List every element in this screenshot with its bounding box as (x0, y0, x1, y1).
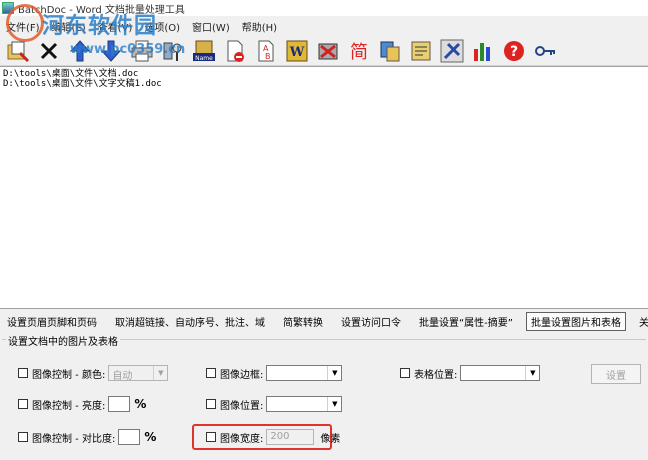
image-color-select[interactable]: 自动 ▼ (108, 365, 169, 382)
image-color-checkbox[interactable] (18, 368, 28, 378)
key-icon (534, 45, 555, 56)
tab-images-tables[interactable]: 批量设置图片和表格 (525, 311, 626, 331)
settings-icon (440, 39, 463, 62)
tab-strip: 设置页眉页脚和页码 取消超链接、自动序号、批注、域 简繁转换 设置访问口令 批量… (0, 311, 648, 331)
tab-simplified-traditional[interactable]: 简繁转换 (278, 312, 328, 331)
table-position-option: 表格位置: ▼ (400, 365, 541, 381)
delete-x-icon (40, 42, 57, 59)
tab-access-password[interactable]: 设置访问口令 (336, 312, 406, 331)
image-width-label: 图像宽度: (220, 433, 264, 445)
image-contrast-label: 图像控制 - 对比度: (32, 433, 116, 445)
image-width-unit: 像素 (320, 433, 341, 445)
chart-button[interactable] (469, 37, 496, 64)
word-icon: W (286, 40, 307, 61)
menu-window[interactable]: 窗口(W) (186, 19, 236, 34)
register-button[interactable] (531, 37, 558, 64)
image-contrast-input[interactable] (118, 429, 141, 445)
image-position-label: 图像位置: (220, 400, 264, 412)
table-position-select[interactable]: ▼ (460, 365, 541, 381)
help-icon: ? (503, 40, 524, 61)
svg-text:W: W (288, 45, 304, 60)
file-list-item[interactable]: D:\tools\桌面\文件\文字文稿1.doc (3, 79, 645, 89)
file-list-item[interactable]: D:\tools\桌面\文件\文档.doc (3, 69, 645, 79)
menu-help[interactable]: 帮助(H) (236, 19, 283, 34)
image-contrast-option: 图像控制 - 对比度: % (18, 429, 156, 445)
tab-properties-summary[interactable]: 批量设置“属性-摘要” (414, 312, 518, 331)
image-border-checkbox[interactable] (206, 368, 216, 378)
rename-button[interactable]: Name (190, 37, 217, 64)
format-icon (318, 43, 337, 59)
image-brightness-label: 图像控制 - 亮度: (32, 400, 106, 412)
format-button[interactable] (314, 37, 341, 64)
image-width-input[interactable]: 200 (266, 429, 315, 445)
image-border-option: 图像边框: ▼ (206, 365, 343, 381)
image-color-value: 自动 (112, 371, 133, 382)
help-button[interactable]: ? (500, 37, 527, 64)
tab-cancel-hyperlinks[interactable]: 取消超链接、自动序号、批注、域 (110, 312, 270, 331)
image-contrast-checkbox[interactable] (18, 432, 28, 442)
chevron-down-icon: ▼ (525, 366, 539, 380)
settings-button[interactable] (438, 37, 465, 64)
svg-text:Name: Name (195, 55, 213, 62)
simplified-chinese-icon: 简 (350, 42, 368, 63)
watermark-circle (6, 4, 44, 42)
convert-icon (380, 41, 399, 61)
image-position-select[interactable]: ▼ (266, 396, 343, 412)
image-width-checkbox[interactable] (206, 432, 216, 442)
replace-ab-icon: AB (258, 40, 273, 61)
chart-icon (473, 42, 490, 61)
image-color-option: 图像控制 - 颜色: 自动 ▼ (18, 365, 169, 382)
contrast-percent: % (144, 430, 157, 444)
convert-button[interactable] (376, 37, 403, 64)
document-delete-icon (227, 40, 244, 62)
images-tables-group: 设置文档中的图片及表格 图像控制 - 颜色: 自动 ▼ 图像边框: ▼ 表格位置… (2, 333, 646, 460)
delete-doc-button[interactable] (221, 37, 248, 64)
image-brightness-checkbox[interactable] (18, 399, 28, 409)
batchdoc-window: BatchDoc - Word 文档批量处理工具 文件(F) 编辑(E) 查看(… (0, 0, 648, 460)
image-brightness-input[interactable] (108, 396, 131, 412)
image-color-label: 图像控制 - 颜色: (32, 369, 106, 381)
chevron-down-icon: ▼ (327, 366, 341, 380)
chevron-down-icon: ▼ (327, 397, 341, 411)
tab-about[interactable]: 关于B (634, 312, 648, 331)
table-position-label: 表格位置: (414, 369, 458, 381)
image-position-option: 图像位置: ▼ (206, 396, 343, 412)
image-border-select[interactable]: ▼ (266, 365, 343, 381)
image-border-label: 图像边框: (220, 369, 264, 381)
chevron-down-icon: ▼ (153, 366, 167, 380)
template-icon (411, 41, 430, 60)
add-files-icon (7, 41, 29, 62)
word-button[interactable]: W (283, 37, 310, 64)
group-title: 设置文档中的图片及表格 (6, 333, 120, 348)
set-button[interactable]: 设置 (591, 364, 641, 384)
watermark-url: www.pc0359.cn (70, 42, 186, 57)
replace-button[interactable]: AB (252, 37, 279, 64)
table-position-checkbox[interactable] (400, 368, 410, 378)
file-list[interactable]: D:\tools\桌面\文件\文档.doc D:\tools\桌面\文件\文字文… (0, 66, 648, 309)
tab-header-footer[interactable]: 设置页眉页脚和页码 (2, 312, 102, 331)
svg-text:B: B (265, 52, 271, 61)
watermark-logo: 河东软件园 (42, 13, 158, 39)
svg-text:?: ? (509, 44, 517, 60)
template-button[interactable] (407, 37, 434, 64)
svg-text:简: 简 (350, 42, 368, 63)
name-icon: Name (192, 40, 215, 62)
simplified-button[interactable]: 简 (345, 37, 372, 64)
delete-button[interactable] (35, 37, 62, 64)
image-brightness-option: 图像控制 - 亮度: % (18, 396, 146, 412)
image-width-option: 图像宽度: 200 像素 (206, 429, 340, 445)
brightness-percent: % (134, 397, 147, 411)
image-position-checkbox[interactable] (206, 399, 216, 409)
